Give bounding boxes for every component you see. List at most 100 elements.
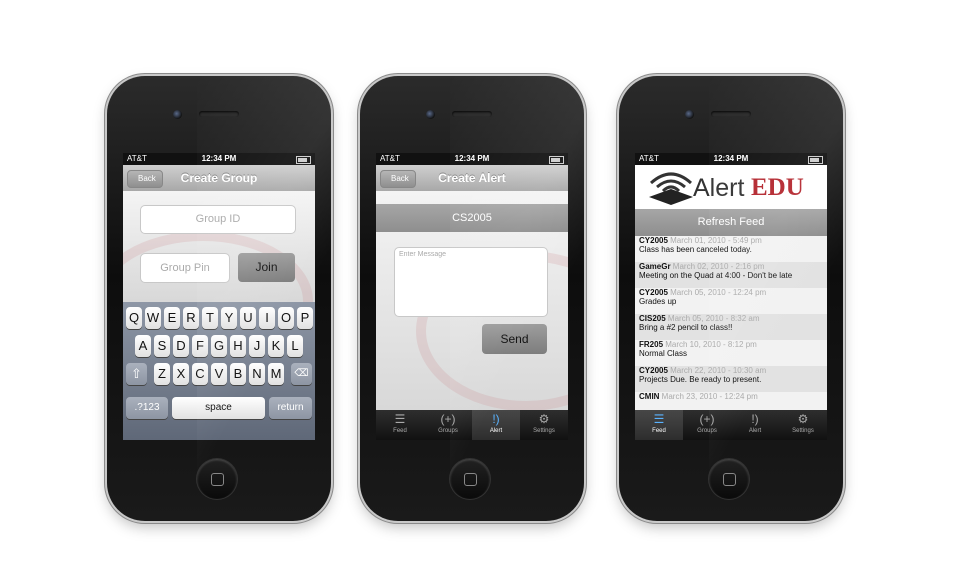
feed-item[interactable]: CMIN March 23, 2010 - 12:24 pm: [635, 392, 827, 410]
feed-group-code: CY2005: [639, 288, 671, 297]
shift-key[interactable]: ⇧: [126, 363, 147, 385]
key-m[interactable]: M: [268, 363, 284, 385]
tab-label: Settings: [533, 428, 555, 434]
feed-message: Grades up: [639, 297, 677, 306]
return-key[interactable]: return: [269, 397, 312, 419]
key-t[interactable]: T: [202, 307, 218, 329]
key-h[interactable]: H: [230, 335, 246, 357]
clock: 12:34 PM: [201, 154, 237, 163]
feed-message: Normal Class: [639, 349, 688, 358]
delete-key[interactable]: ⌫: [291, 363, 312, 385]
feed-item[interactable]: CIS205 March 05, 2010 - 8:32 am Bring a #…: [635, 314, 827, 340]
key-o[interactable]: O: [278, 307, 294, 329]
key-c[interactable]: C: [192, 363, 208, 385]
tab-bar: ☰ Feed (+) Groups !) Alert ⚙ Settings: [635, 410, 827, 440]
tab-label: Alert: [748, 428, 762, 434]
feed-item[interactable]: FR205 March 10, 2010 - 8:12 pm Normal Cla…: [635, 340, 827, 366]
camera: [685, 110, 694, 119]
speaker: [452, 111, 492, 117]
tab-label: Feed: [393, 428, 407, 434]
key-z[interactable]: Z: [154, 363, 170, 385]
page-title: Create Group: [180, 171, 258, 185]
content-area: Group ID Group Pin Join: [123, 191, 315, 302]
key-x[interactable]: X: [173, 363, 189, 385]
feed-date: March 22, 2010 - 10:30 am: [670, 366, 767, 375]
tab-alert[interactable]: !) Alert: [731, 410, 779, 440]
key-g[interactable]: G: [211, 335, 227, 357]
key-q[interactable]: Q: [126, 307, 142, 329]
battery-icon: [808, 156, 823, 164]
feed-item[interactable]: GameGr March 02, 2010 - 2:16 pm Meeting o…: [635, 262, 827, 288]
key-u[interactable]: U: [240, 307, 256, 329]
battery-icon: [549, 156, 564, 164]
group-name-header: CS2005: [376, 204, 568, 232]
logo-text-edu: EDU: [751, 174, 804, 201]
tab-feed[interactable]: ☰ Feed: [376, 410, 424, 440]
tab-label: Groups: [697, 428, 717, 434]
group-id-input[interactable]: Group ID: [140, 205, 296, 234]
key-i[interactable]: I: [259, 307, 275, 329]
tab-feed[interactable]: ☰ Feed: [635, 410, 683, 440]
group-pin-input[interactable]: Group Pin: [140, 253, 230, 283]
phone-create-group: AT&T 12:34 PM Back Create Group Group ID…: [107, 76, 331, 521]
feed-date: March 05, 2010 - 12:24 pm: [670, 288, 767, 297]
screen: AT&T 12:34 PM Back Create Alert CS2005 E…: [376, 153, 568, 440]
join-button[interactable]: Join: [238, 253, 295, 282]
camera: [426, 110, 435, 119]
tab-groups[interactable]: (+) Groups: [424, 410, 472, 440]
clock: 12:34 PM: [454, 154, 490, 163]
key-r[interactable]: R: [183, 307, 199, 329]
logo-text-alert: Alert: [693, 174, 745, 202]
key-p[interactable]: P: [297, 307, 313, 329]
key-d[interactable]: D: [173, 335, 189, 357]
feed-item[interactable]: CY2005 March 05, 2010 - 12:24 pm Grades u…: [635, 288, 827, 314]
key-s[interactable]: S: [154, 335, 170, 357]
key-e[interactable]: E: [164, 307, 180, 329]
battery-icon: [296, 156, 311, 164]
tab-groups[interactable]: (+) Groups: [683, 410, 731, 440]
feed-item[interactable]: CY2005 March 01, 2010 - 5:49 pm Class has…: [635, 236, 827, 262]
alertedu-logo: Alert EDU: [635, 165, 827, 209]
feed-date: March 05, 2010 - 8:32 am: [667, 314, 760, 323]
numbers-key[interactable]: .?123: [126, 397, 168, 419]
key-j[interactable]: J: [249, 335, 265, 357]
clock: 12:34 PM: [713, 154, 749, 163]
home-button[interactable]: [450, 459, 490, 499]
feed-list[interactable]: CY2005 March 01, 2010 - 5:49 pm Class has…: [635, 236, 827, 410]
message-textarea[interactable]: Enter Message: [394, 247, 548, 317]
feed-item[interactable]: CY2005 March 22, 2010 - 10:30 am Projects…: [635, 366, 827, 392]
speaker: [199, 111, 239, 117]
key-f[interactable]: F: [192, 335, 208, 357]
status-bar: AT&T 12:34 PM: [635, 153, 827, 165]
key-v[interactable]: V: [211, 363, 227, 385]
send-button[interactable]: Send: [482, 324, 547, 354]
speaker: [711, 111, 751, 117]
keyboard: QWERTYUIOP ASDFGHJKL ZXCVBNM ⇧ ⌫ .?123 s…: [123, 302, 315, 440]
tab-label: Groups: [438, 428, 458, 434]
groups-icon: (+): [699, 412, 715, 426]
gear-icon: ⚙: [538, 412, 550, 426]
key-w[interactable]: W: [145, 307, 161, 329]
alert-icon: !): [492, 412, 500, 426]
tab-label: Alert: [489, 428, 503, 434]
tab-settings[interactable]: ⚙ Settings: [779, 410, 827, 440]
tab-settings[interactable]: ⚙ Settings: [520, 410, 568, 440]
nav-bar: Back Create Group: [123, 165, 315, 192]
refresh-feed-button[interactable]: Refresh Feed: [635, 209, 827, 236]
list-icon: ☰: [653, 412, 665, 426]
feed-group-code: FR205: [639, 340, 666, 349]
nav-bar: Back Create Alert: [376, 165, 568, 192]
key-l[interactable]: L: [287, 335, 303, 357]
key-n[interactable]: N: [249, 363, 265, 385]
key-y[interactable]: Y: [221, 307, 237, 329]
home-button[interactable]: [709, 459, 749, 499]
feed-date: March 10, 2010 - 8:12 pm: [665, 340, 757, 349]
feed-message: Projects Due. Be ready to present.: [639, 375, 762, 384]
key-k[interactable]: K: [268, 335, 284, 357]
status-bar: AT&T 12:34 PM: [123, 153, 315, 165]
key-b[interactable]: B: [230, 363, 246, 385]
space-key[interactable]: space: [172, 397, 265, 419]
tab-alert[interactable]: !) Alert: [472, 410, 520, 440]
key-a[interactable]: A: [135, 335, 151, 357]
home-button[interactable]: [197, 459, 237, 499]
